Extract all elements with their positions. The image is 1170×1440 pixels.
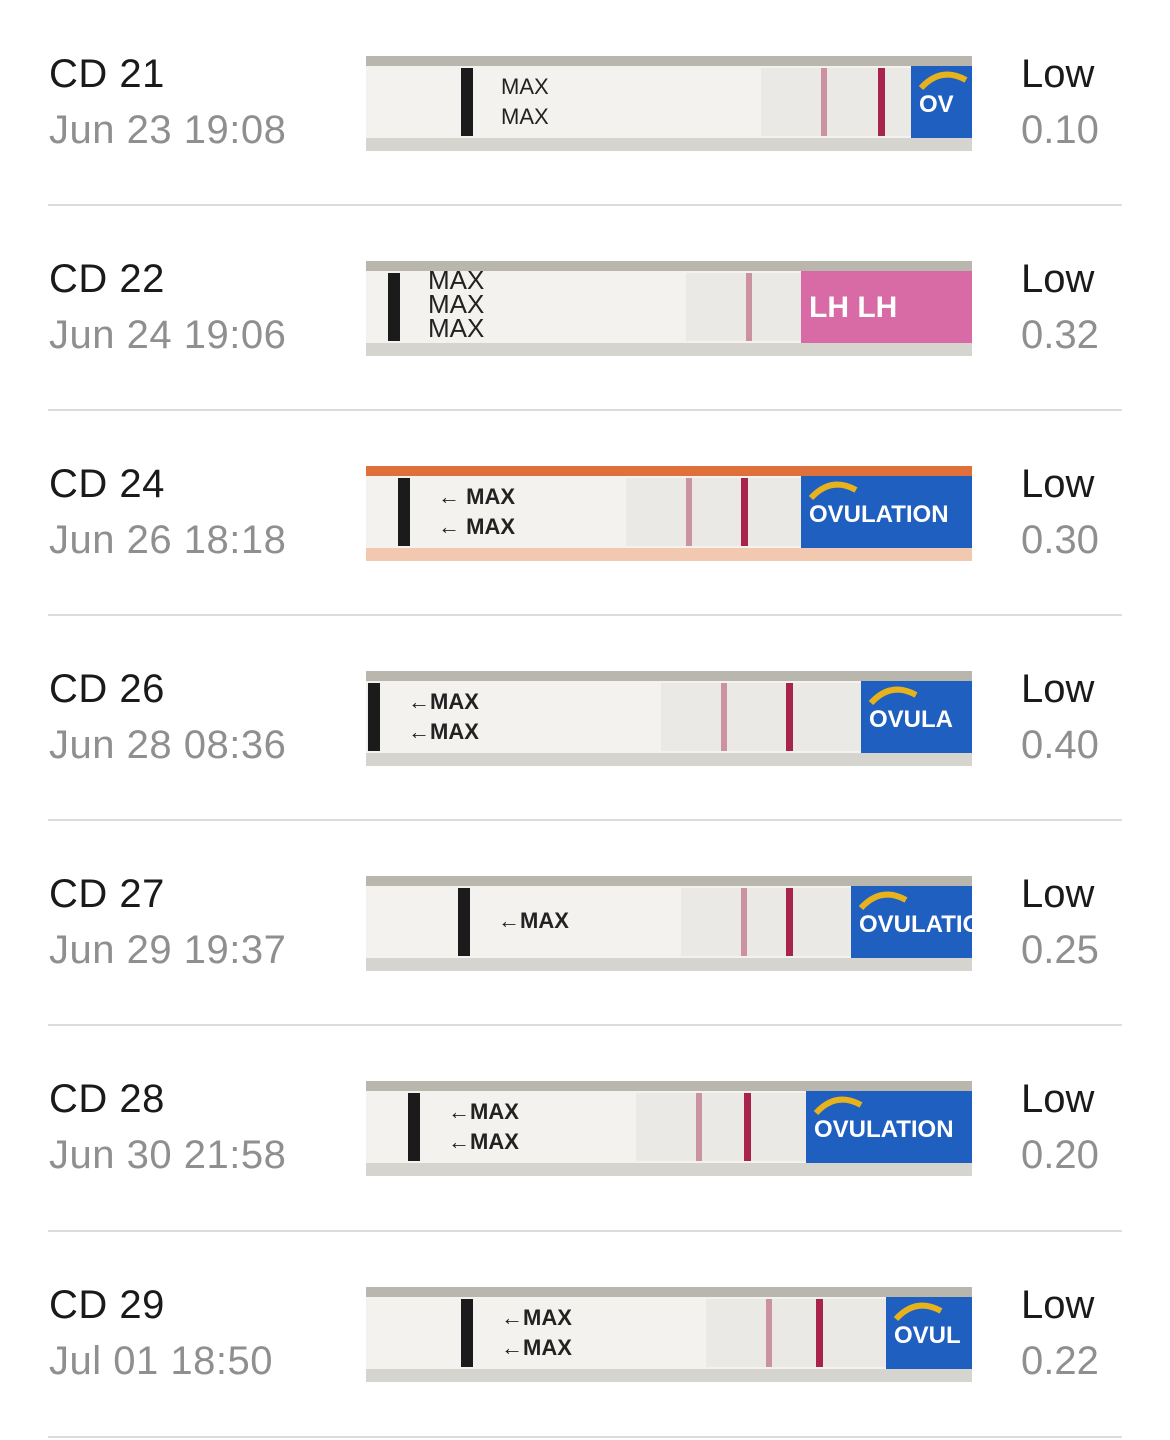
- strip-max-text: MAX: [501, 104, 549, 129]
- strip-handle-bar: [461, 1299, 473, 1367]
- test-entry-row[interactable]: CD 21 Jun 23 19:08 Low 0.10 MAX MAX OV: [0, 0, 1170, 205]
- test-entry-row[interactable]: CD 28 Jun 30 21:58 Low 0.20 ←MAX ←MAX OVULATIO…: [0, 1025, 1170, 1230]
- test-line: [766, 1299, 772, 1367]
- strip-brand-text: OV: [919, 91, 954, 118]
- test-entry-row[interactable]: CD 29 Jul 01 18:50 Low 0.22 ←MAX ←MAX OVUL: [0, 1231, 1170, 1436]
- control-line: [744, 1093, 751, 1161]
- strip-max-text: ←MAX: [408, 719, 479, 744]
- strip-max-text: ←MAX: [501, 1335, 572, 1360]
- strip-handle-bar: [388, 273, 400, 341]
- cycle-day-label: CD 26: [49, 667, 165, 711]
- lh-ratio-value: 0.40: [1021, 723, 1099, 767]
- test-datetime: Jun 29 19:37: [49, 928, 287, 972]
- lh-level-label: Low: [1021, 257, 1095, 301]
- test-entry-row[interactable]: CD 26 Jun 28 08:36 Low 0.40 ←MAX ←MAX OVULA: [0, 615, 1170, 820]
- control-line: [878, 68, 885, 136]
- test-datetime: Jun 23 19:08: [49, 108, 287, 152]
- test-entry-row[interactable]: CD 24 Jun 26 18:18 Low 0.30 ← MAX ← MAX OVULAT…: [0, 410, 1170, 615]
- lh-level-label: Low: [1021, 1077, 1095, 1121]
- strip-brand-text: OVULATION: [809, 501, 949, 528]
- strip-max-text: ← MAX: [438, 514, 515, 539]
- lh-ratio-value: 0.30: [1021, 518, 1099, 562]
- test-strip-image: MAXMAXMAXLH LH: [366, 261, 972, 356]
- strip-max-text: ←MAX: [448, 1129, 519, 1154]
- lh-ratio-value: 0.20: [1021, 1133, 1099, 1177]
- control-line: [786, 683, 793, 751]
- strip-handle-bar: [398, 478, 410, 546]
- test-strip-image: ←MAX ←MAX OVUL: [366, 1287, 972, 1382]
- strip-brand-text: OVULATION: [814, 1116, 954, 1143]
- strip-handle-bar: [461, 68, 473, 136]
- strip-brand-text: OVULATIO: [859, 911, 972, 938]
- row-divider: [48, 1436, 1122, 1438]
- test-strip-photo[interactable]: ←MAX ←MAX OVULA: [366, 671, 972, 766]
- cycle-day-label: CD 21: [49, 52, 165, 96]
- test-datetime: Jul 01 18:50: [49, 1339, 273, 1383]
- lh-level-label: Low: [1021, 462, 1095, 506]
- test-entry-row[interactable]: CD 27 Jun 29 19:37 Low 0.25 ←MAX OVULATIO: [0, 820, 1170, 1025]
- strip-max-text: ←MAX: [498, 908, 569, 933]
- lh-ratio-value: 0.25: [1021, 928, 1099, 972]
- test-line: [721, 683, 727, 751]
- cycle-day-label: CD 27: [49, 872, 165, 916]
- test-strip-image: ← MAX ← MAX OVULATION: [366, 466, 972, 561]
- strip-max-text: ←MAX: [408, 689, 479, 714]
- control-line: [816, 1299, 823, 1367]
- cycle-day-label: CD 28: [49, 1077, 165, 1121]
- lh-level-label: Low: [1021, 1283, 1095, 1327]
- test-datetime: Jun 30 21:58: [49, 1133, 287, 1177]
- lh-level-label: Low: [1021, 52, 1095, 96]
- lh-ratio-value: 0.22: [1021, 1339, 1099, 1383]
- test-strip-image: ←MAX ←MAX OVULATION: [366, 1081, 972, 1176]
- test-strip-photo[interactable]: ←MAX ←MAX OVULATION: [366, 1081, 972, 1176]
- strip-brand-text: OVULA: [869, 706, 953, 733]
- strip-max-text: ←MAX: [448, 1099, 519, 1124]
- strip-brand-text: OVUL: [894, 1322, 961, 1349]
- test-history-list: CD 21 Jun 23 19:08 Low 0.10 MAX MAX OV CD 22 Jun…: [0, 0, 1170, 1440]
- test-strip-photo[interactable]: ←MAX ←MAX OVUL: [366, 1287, 972, 1382]
- cycle-day-label: CD 24: [49, 462, 165, 506]
- lh-level-label: Low: [1021, 667, 1095, 711]
- test-line: [746, 273, 752, 341]
- test-strip-photo[interactable]: MAX MAX OV: [366, 56, 972, 151]
- lh-ratio-value: 0.10: [1021, 108, 1099, 152]
- cycle-day-label: CD 22: [49, 257, 165, 301]
- test-strip-image: MAX MAX OV: [366, 56, 972, 151]
- strip-handle-bar: [458, 888, 470, 956]
- strip-max-text: ←MAX: [501, 1305, 572, 1330]
- test-strip-image: ←MAX ←MAX OVULA: [366, 671, 972, 766]
- test-datetime: Jun 28 08:36: [49, 723, 287, 767]
- test-strip-photo[interactable]: MAX MAX MAX LH LH: [366, 261, 972, 356]
- test-line: [696, 1093, 702, 1161]
- strip-brand-text: LH LH: [809, 291, 897, 324]
- control-line: [741, 478, 748, 546]
- strip-handle-bar: [368, 683, 380, 751]
- test-line: [741, 888, 747, 956]
- strip-max-text: MAX: [501, 74, 549, 99]
- lh-ratio-value: 0.32: [1021, 313, 1099, 357]
- strip-max-text: ← MAX: [438, 484, 515, 509]
- test-line: [821, 68, 827, 136]
- test-datetime: Jun 26 18:18: [49, 518, 287, 562]
- strip-max-text: MAX: [428, 313, 484, 343]
- strip-handle-bar: [408, 1093, 420, 1161]
- lh-level-label: Low: [1021, 872, 1095, 916]
- cycle-day-label: CD 29: [49, 1283, 165, 1327]
- test-datetime: Jun 24 19:06: [49, 313, 287, 357]
- test-strip-photo[interactable]: ←MAX OVULATIO: [366, 876, 972, 971]
- test-strip-image: ←MAX OVULATIO: [366, 876, 972, 971]
- test-entry-row[interactable]: CD 22 Jun 24 19:06 Low 0.32 MAX MAX MAX LH LH: [0, 205, 1170, 410]
- test-line: [686, 478, 692, 546]
- test-strip-photo[interactable]: ← MAX ← MAX OVULATION: [366, 466, 972, 561]
- control-line: [786, 888, 793, 956]
